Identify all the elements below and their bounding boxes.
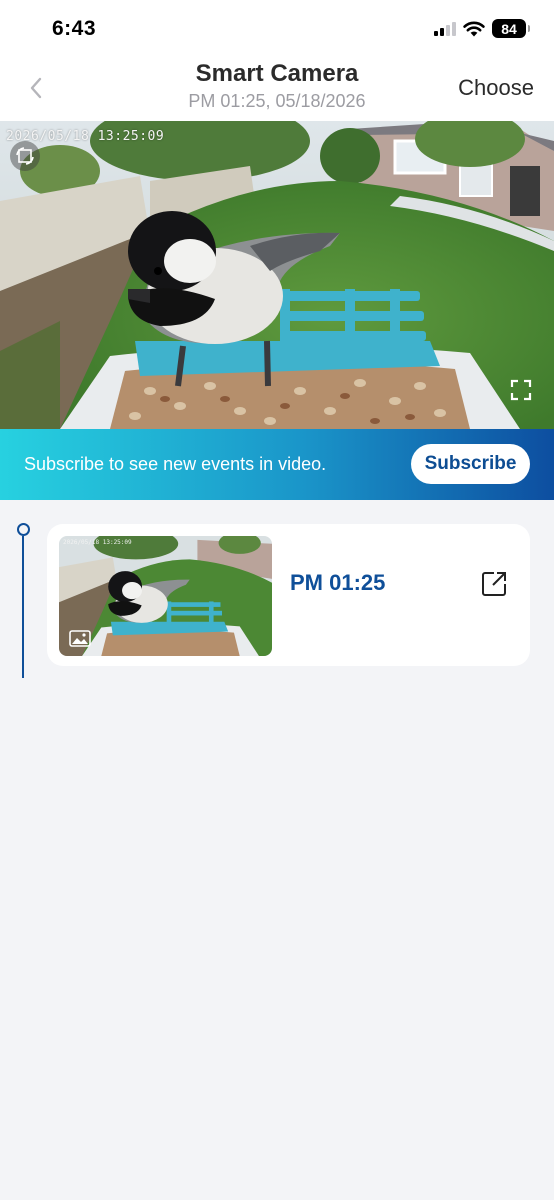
subscribe-banner: Subscribe to see new events in video. Su… bbox=[0, 429, 554, 500]
timeline-line bbox=[22, 536, 24, 678]
fullscreen-icon[interactable] bbox=[510, 379, 532, 401]
battery-level: 84 bbox=[501, 20, 517, 37]
event-thumbnail[interactable]: 2026/05/18 13:25:09 bbox=[59, 536, 272, 656]
cellular-signal-icon bbox=[434, 21, 456, 36]
rotate-icon bbox=[16, 147, 34, 165]
choose-button[interactable]: Choose bbox=[458, 75, 534, 101]
event-card[interactable]: 2026/05/18 13:25:09 PM 01:25 bbox=[47, 524, 530, 666]
banner-text: Subscribe to see new events in video. bbox=[24, 454, 327, 474]
camera-live-view[interactable]: 2026/05/18 13:25:09 bbox=[0, 121, 554, 429]
battery-icon: 84 bbox=[492, 19, 530, 38]
status-time: 6:43 bbox=[52, 17, 97, 40]
status-icons: 84 bbox=[434, 19, 530, 38]
event-time: PM 01:25 bbox=[290, 570, 386, 595]
subscribe-button[interactable]: Subscribe bbox=[411, 444, 530, 484]
open-external-icon[interactable] bbox=[479, 569, 509, 599]
rotate-button[interactable] bbox=[10, 141, 40, 171]
thumbnail-timestamp: 2026/05/18 13:25:09 bbox=[63, 539, 132, 546]
camera-scene bbox=[0, 121, 554, 429]
wifi-icon bbox=[463, 21, 485, 36]
image-icon bbox=[69, 630, 91, 647]
timeline-dot bbox=[17, 523, 30, 536]
